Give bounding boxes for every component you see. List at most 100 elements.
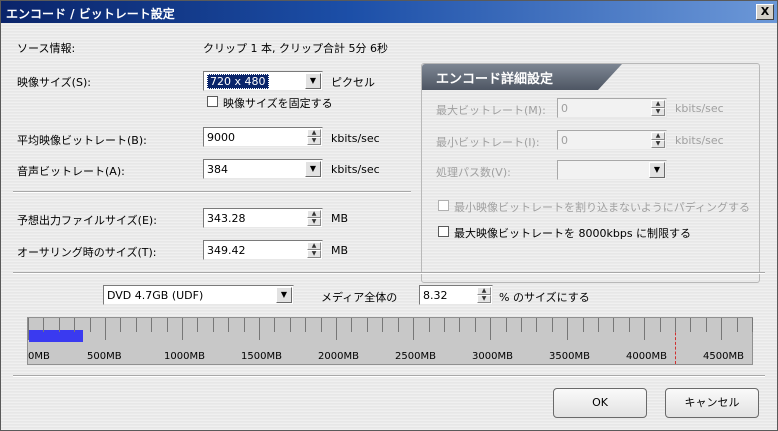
minor-tick [167, 318, 168, 332]
max-bitrate-label: 最大ビットレート(M): [436, 104, 546, 117]
predicted-size-input[interactable]: 343.28 ▲ ▼ [203, 208, 323, 228]
video-size-select[interactable]: 720 x 480 ▼ [203, 71, 323, 91]
advanced-settings-title: エンコード詳細設定 [436, 72, 554, 87]
min-bitrate-input[interactable]: 0 ▲ ▼ [557, 130, 667, 150]
spin-down-icon[interactable]: ▼ [477, 295, 491, 303]
minor-tick [197, 318, 198, 332]
chevron-down-icon[interactable]: ▼ [305, 73, 321, 89]
minor-tick [213, 318, 214, 332]
max-bitrate-spinner[interactable]: ▲ ▼ [651, 100, 665, 116]
tick-label: 1000MB [164, 351, 205, 362]
limit-bitrate-label: 最大映像ビットレートを 8000kbps に制限する [454, 227, 692, 240]
major-tick [490, 318, 491, 340]
media-percent-suffix: % のサイズにする [499, 291, 590, 304]
dialog-window: エンコード / ビットレート設定 X ソース情報: クリップ 1 本, クリップ… [0, 0, 778, 431]
minor-tick [305, 318, 306, 332]
authoring-size-value: 349.42 [207, 244, 246, 257]
spin-down-icon[interactable]: ▼ [307, 218, 321, 226]
limit-bitrate-checkbox[interactable] [438, 226, 449, 237]
media-percent-value: 8.32 [423, 289, 448, 302]
source-info-value: クリップ 1 本, クリップ合計 5分 6秒 [203, 42, 388, 55]
window-title: エンコード / ビットレート設定 [6, 7, 175, 21]
min-bitrate-value: 0 [561, 134, 568, 147]
avg-bitrate-value: 9000 [207, 131, 235, 144]
spin-up-icon[interactable]: ▲ [477, 287, 491, 295]
spin-up-icon[interactable]: ▲ [307, 242, 321, 250]
media-percent-input[interactable]: 8.32 ▲ ▼ [419, 285, 493, 305]
spin-up-icon[interactable]: ▲ [307, 210, 321, 218]
divider [13, 375, 765, 377]
avg-bitrate-input[interactable]: 9000 ▲ ▼ [203, 127, 323, 147]
chevron-down-icon[interactable]: ▼ [276, 287, 292, 303]
close-button[interactable]: X [756, 4, 774, 20]
max-bitrate-value: 0 [561, 102, 568, 115]
ok-button[interactable]: OK [553, 388, 647, 418]
minor-tick [59, 318, 60, 332]
spin-up-icon[interactable]: ▲ [651, 100, 665, 108]
dialog-body: ソース情報: クリップ 1 本, クリップ合計 5分 6秒 映像サイズ(S): … [1, 23, 777, 430]
minor-tick [706, 318, 707, 332]
fix-size-checkbox[interactable] [207, 96, 218, 107]
media-percent-spinner[interactable]: ▲ ▼ [477, 287, 491, 303]
minor-tick [382, 318, 383, 332]
max-bitrate-input[interactable]: 0 ▲ ▼ [557, 98, 667, 118]
audio-bitrate-unit: kbits/sec [331, 163, 380, 176]
minor-tick [675, 318, 676, 332]
minor-tick [429, 318, 430, 332]
minor-tick [274, 318, 275, 332]
minor-tick [228, 318, 229, 332]
video-size-label: 映像サイズ(S): [17, 76, 91, 89]
minor-tick [737, 318, 738, 332]
predicted-size-unit: MB [331, 212, 349, 225]
max-bitrate-unit: kbits/sec [675, 102, 724, 115]
spin-up-icon[interactable]: ▲ [651, 132, 665, 140]
source-info-label: ソース情報: [17, 42, 76, 55]
spin-up-icon[interactable]: ▲ [307, 129, 321, 137]
minor-tick [74, 318, 75, 332]
avg-bitrate-spinner[interactable]: ▲ ▼ [307, 129, 321, 145]
tick-label: 3000MB [472, 351, 513, 362]
min-bitrate-unit: kbits/sec [675, 134, 724, 147]
spin-down-icon[interactable]: ▼ [307, 250, 321, 258]
padding-checkbox[interactable] [438, 200, 449, 211]
passes-select[interactable]: ▼ [557, 160, 667, 180]
media-value: DVD 4.7GB (UDF) [107, 289, 204, 302]
tick-label: 500MB [87, 351, 122, 362]
spin-down-icon[interactable]: ▼ [651, 108, 665, 116]
minor-tick [90, 318, 91, 332]
minor-tick [552, 318, 553, 332]
minor-tick [398, 318, 399, 332]
audio-bitrate-select[interactable]: 384 ▼ [203, 159, 323, 179]
chevron-down-icon[interactable]: ▼ [305, 161, 321, 177]
predicted-size-value: 343.28 [207, 212, 246, 225]
media-select[interactable]: DVD 4.7GB (UDF) ▼ [103, 285, 294, 305]
major-tick [413, 318, 414, 340]
cancel-button[interactable]: キャンセル [665, 388, 759, 418]
predicted-size-spinner[interactable]: ▲ ▼ [307, 210, 321, 226]
min-bitrate-label: 最小ビットレート(I): [436, 136, 540, 149]
minor-tick [136, 318, 137, 332]
authoring-size-spinner[interactable]: ▲ ▼ [307, 242, 321, 258]
min-bitrate-spinner[interactable]: ▲ ▼ [651, 132, 665, 148]
minor-tick [290, 318, 291, 332]
minor-tick [475, 318, 476, 332]
avg-bitrate-label: 平均映像ビットレート(B): [17, 134, 147, 147]
major-tick [644, 318, 645, 340]
minor-tick [459, 318, 460, 332]
minor-tick [598, 318, 599, 332]
minor-tick [244, 318, 245, 332]
divider [13, 191, 411, 193]
minor-tick [351, 318, 352, 332]
title-bar: エンコード / ビットレート設定 X [1, 1, 777, 23]
minor-tick [506, 318, 507, 332]
authoring-size-input[interactable]: 349.42 ▲ ▼ [203, 240, 323, 260]
tick-label: 1500MB [241, 351, 282, 362]
chevron-down-icon[interactable]: ▼ [649, 162, 665, 178]
spin-down-icon[interactable]: ▼ [651, 140, 665, 148]
minor-tick [583, 318, 584, 332]
spin-down-icon[interactable]: ▼ [307, 137, 321, 145]
minor-tick [752, 318, 753, 332]
minor-tick [43, 318, 44, 332]
minor-tick [444, 318, 445, 332]
predicted-size-label: 予想出力ファイルサイズ(E): [17, 214, 157, 227]
